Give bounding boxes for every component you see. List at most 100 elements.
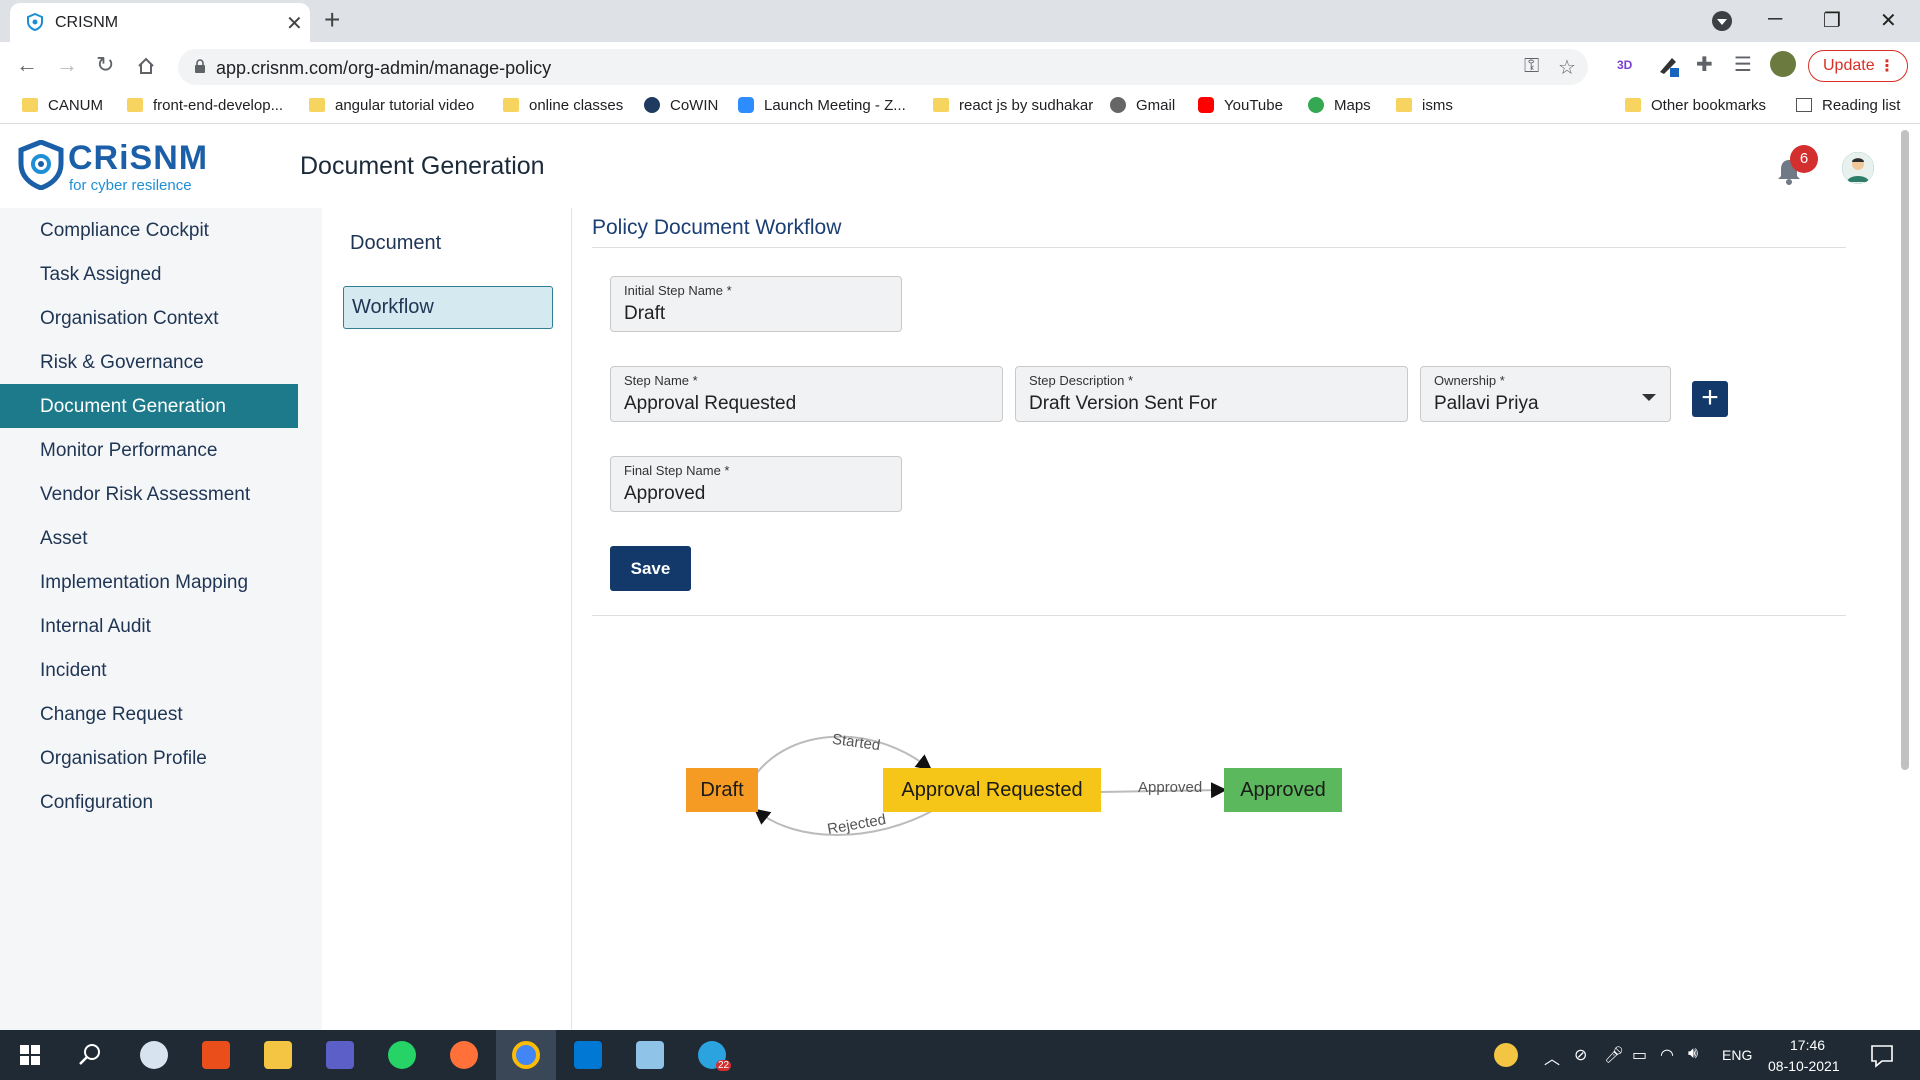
restore-icon[interactable]: ❐ [1823, 8, 1841, 33]
office-icon[interactable] [202, 1041, 230, 1069]
extensions-puzzle-icon[interactable]: ✚ [1696, 52, 1713, 77]
pen-extension-icon[interactable] [1656, 52, 1682, 78]
sidebar-item-risk-governance[interactable]: Risk & Governance [0, 340, 298, 384]
workflow-graph: Draft Approval Requested Approved Starte… [572, 628, 1872, 888]
bookmark-item[interactable]: angular tutorial video [309, 97, 474, 114]
bookmark-item[interactable]: CoWIN [644, 97, 718, 114]
profile-avatar-icon[interactable] [1770, 51, 1796, 77]
tab-search-icon[interactable] [1712, 11, 1732, 31]
teams-icon[interactable] [326, 1041, 354, 1069]
field-value: Draft Version Sent For [1029, 393, 1217, 414]
battery-icon[interactable]: ▭ [1632, 1045, 1647, 1065]
field-label: Initial Step Name * [624, 283, 732, 298]
minimize-icon[interactable]: ─ [1768, 8, 1782, 31]
final-step-field[interactable]: Final Step Name * Approved [610, 456, 902, 512]
bookmark-label: CANUM [48, 97, 103, 114]
windows-start-icon[interactable] [16, 1041, 44, 1069]
notepad-icon[interactable] [636, 1041, 664, 1069]
sidebar-item-label: Risk & Governance [40, 352, 204, 373]
3d-extension-icon[interactable]: 3D [1612, 52, 1638, 78]
bookmark-item[interactable]: front-end-develop... [127, 97, 283, 114]
tab-close-icon[interactable]: ✕ [286, 11, 303, 36]
bookmark-item[interactable]: Launch Meeting - Z... [738, 97, 906, 114]
sidebar-item-label: Incident [40, 660, 107, 681]
bookmark-item[interactable]: online classes [503, 97, 623, 114]
initial-step-field[interactable]: Initial Step Name * Draft [610, 276, 902, 332]
sidebar-item-incident[interactable]: Incident [0, 648, 298, 692]
browser-tab[interactable]: CRISNM ✕ [10, 3, 310, 42]
new-tab-icon[interactable]: + [324, 6, 340, 34]
bookmark-item[interactable]: react js by sudhakar [933, 97, 1093, 114]
ownership-select[interactable]: Ownership * Pallavi Priya [1420, 366, 1671, 422]
sidebar-item-task-assigned[interactable]: Task Assigned [0, 252, 298, 296]
sidebar-item-organisation-profile[interactable]: Organisation Profile [0, 736, 298, 780]
reload-icon[interactable]: ↻ [96, 52, 114, 78]
more-menu-icon[interactable]: ⋮ [1879, 56, 1895, 76]
bookmark-item[interactable]: YouTube [1198, 97, 1283, 114]
whatsapp-icon[interactable] [388, 1041, 416, 1069]
home-icon[interactable] [136, 56, 156, 76]
step-description-field[interactable]: Step Description * Draft Version Sent Fo… [1015, 366, 1408, 422]
clock-date[interactable]: 08-10-2021 [1768, 1058, 1840, 1074]
step-name-field[interactable]: Step Name * Approval Requested [610, 366, 1003, 422]
sidebar-item-internal-audit[interactable]: Internal Audit [0, 604, 298, 648]
key-icon[interactable]: ⚿ [1524, 55, 1539, 78]
reading-mode-icon[interactable]: ☰ [1734, 52, 1752, 77]
folder-icon [1396, 98, 1412, 112]
add-step-button[interactable]: + [1692, 381, 1728, 417]
reading-list[interactable]: Reading list [1796, 97, 1900, 114]
network-status-icon[interactable]: ⊘ [1574, 1045, 1587, 1065]
subnav-workflow[interactable]: Workflow [343, 286, 553, 329]
update-label: Update [1823, 57, 1875, 74]
snipping-tool-icon[interactable] [140, 1041, 168, 1069]
sidebar-item-change-request[interactable]: Change Request [0, 692, 298, 736]
workflow-node-approved[interactable]: Approved [1224, 768, 1342, 812]
forward-icon[interactable]: → [56, 52, 78, 78]
sidebar-item-asset[interactable]: Asset [0, 516, 298, 560]
bookmark-star-icon[interactable]: ☆ [1558, 55, 1576, 80]
page-title: Document Generation [300, 152, 545, 180]
tray-chevron-up-icon[interactable]: ︿ [1544, 1045, 1560, 1069]
workflow-node-draft[interactable]: Draft [686, 768, 758, 812]
sidebar-item-implementation-mapping[interactable]: Implementation Mapping [0, 560, 298, 604]
back-icon[interactable]: ← [16, 52, 38, 78]
firefox-icon[interactable] [450, 1041, 478, 1069]
microphone-icon[interactable]: 🎤︎ [1604, 1045, 1624, 1065]
clock-time[interactable]: 17:46 [1790, 1037, 1825, 1053]
sidebar-item-label: Task Assigned [40, 264, 162, 285]
sidebar-item-document-generation[interactable]: Document Generation [0, 384, 298, 428]
globe-icon [1110, 97, 1126, 113]
other-bookmarks[interactable]: Other bookmarks [1625, 97, 1766, 114]
workflow-node-approval-requested[interactable]: Approval Requested [883, 768, 1101, 812]
sidebar-item-organisation-context[interactable]: Organisation Context [0, 296, 298, 340]
sidebar-item-monitor-performance[interactable]: Monitor Performance [0, 428, 298, 472]
bookmark-item[interactable]: Maps [1308, 97, 1371, 114]
sidebar-item-label: Document Generation [40, 396, 226, 417]
sidebar-item-compliance-cockpit[interactable]: Compliance Cockpit [0, 208, 298, 252]
window-close-icon[interactable]: ✕ [1880, 8, 1897, 33]
subnav-document[interactable]: Document [350, 232, 441, 255]
chrome-icon[interactable] [512, 1041, 540, 1069]
search-icon[interactable] [76, 1041, 104, 1069]
volume-icon[interactable]: 🔊︎ [1688, 1045, 1698, 1063]
bookmark-item[interactable]: isms [1396, 97, 1453, 114]
sidebar-item-vendor-risk-assessment[interactable]: Vendor Risk Assessment [0, 472, 298, 516]
vscode-icon[interactable] [574, 1041, 602, 1069]
field-value: Approved [624, 483, 706, 504]
field-value: Pallavi Priya [1434, 393, 1539, 414]
save-button[interactable]: Save [610, 546, 691, 591]
address-bar[interactable]: app.crisnm.com/org-admin/manage-policy ⚿… [178, 49, 1588, 85]
crisnm-logo-icon[interactable] [18, 140, 64, 190]
user-avatar[interactable] [1842, 152, 1874, 184]
update-button[interactable]: Update ⋮ [1808, 50, 1908, 82]
bookmark-item[interactable]: Gmail [1110, 97, 1175, 114]
weather-icon[interactable] [1494, 1043, 1518, 1067]
bookmark-item[interactable]: CANUM [22, 97, 103, 114]
notification-center-icon[interactable] [1868, 1041, 1896, 1069]
language-indicator[interactable]: ENG [1722, 1047, 1752, 1063]
sidebar-item-configuration[interactable]: Configuration [0, 780, 298, 824]
file-explorer-icon[interactable] [264, 1041, 292, 1069]
scrollbar-thumb[interactable] [1901, 130, 1909, 770]
page-scrollbar[interactable] [1900, 130, 1910, 770]
wifi-icon[interactable]: ◠ [1660, 1045, 1674, 1065]
